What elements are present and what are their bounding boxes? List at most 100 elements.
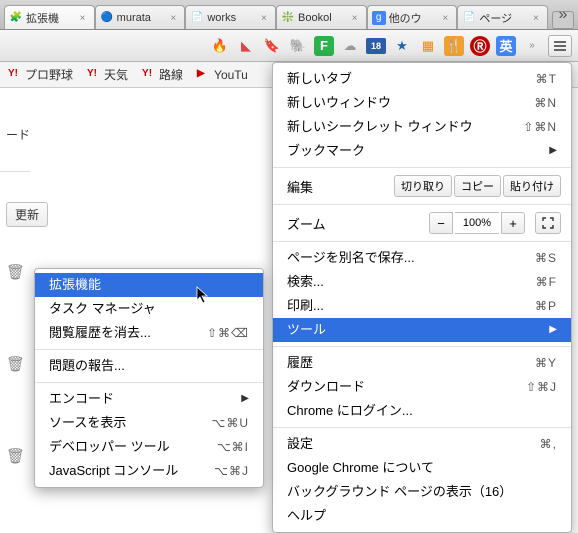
tab-title: ページ <box>479 10 531 26</box>
menu-bookmarks[interactable]: ブックマーク ▶ <box>273 139 571 163</box>
shortcut: ⌘P <box>535 297 557 315</box>
separator <box>273 204 571 205</box>
cloud-icon[interactable]: ☁ <box>340 36 360 56</box>
separator <box>273 241 571 242</box>
submenu-encoding[interactable]: エンコード▶ <box>35 387 263 411</box>
submenu-dev-tools[interactable]: デベロッパー ツール⌥⌘I <box>35 435 263 459</box>
pocket-icon[interactable]: ◣ <box>236 36 256 56</box>
shortcut: ⌥⌘I <box>217 438 249 456</box>
shortcut: ⌘N <box>534 94 557 112</box>
paste-button[interactable]: 貼り付け <box>503 175 561 197</box>
shortcut: ⌘, <box>540 435 557 453</box>
close-icon[interactable]: × <box>352 13 362 23</box>
orange-icon[interactable]: ▦ <box>418 36 438 56</box>
bookmark2-icon[interactable]: ★ <box>392 36 412 56</box>
shortcut: ⌘F <box>536 273 557 291</box>
trash-icon[interactable]: 🗑 <box>6 263 25 281</box>
bookmark-transit[interactable]: Y!路線 <box>142 66 183 83</box>
copy-button[interactable]: コピー <box>454 175 501 197</box>
close-icon[interactable]: × <box>442 13 452 23</box>
menu-label: ブックマーク <box>287 142 365 160</box>
tab-strip: 🧩 拡張機 × 🔵 murata × 📄 works × ❇️ Bookol ×… <box>0 0 578 30</box>
menu-label: ページを別名で保存... <box>287 249 415 267</box>
menu-signin[interactable]: Chrome にログイン... <box>273 399 571 423</box>
rakuten-icon[interactable]: Ⓡ <box>470 36 490 56</box>
bookmark-label: 路線 <box>159 66 183 83</box>
tab-extensions[interactable]: 🧩 拡張機 × <box>4 5 95 29</box>
zoom-value: 100% <box>455 212 499 234</box>
menu-button[interactable] <box>548 35 572 57</box>
zoom-in-button[interactable]: + <box>501 212 525 234</box>
menu-label: エンコード <box>49 390 114 408</box>
menu-label: ズーム <box>287 214 326 233</box>
tab-google[interactable]: g 他のウ × <box>367 5 458 29</box>
window-overflow-icon[interactable]: » <box>554 6 572 24</box>
tabelog-icon[interactable]: 🍴 <box>444 36 464 56</box>
bookmark-label: YouTu <box>214 68 248 82</box>
shortcut: ⌘T <box>536 70 557 88</box>
separator <box>273 427 571 428</box>
update-button[interactable]: 更新 <box>6 202 48 227</box>
menu-bg-pages[interactable]: バックグラウンド ページの表示（16） <box>273 480 571 504</box>
youtube-icon: ▶ <box>197 68 211 82</box>
trash-icon[interactable]: 🗑 <box>6 355 25 373</box>
submenu-clear-browsing[interactable]: 閲覧履歴を消去...⇧⌘⌫ <box>35 321 263 345</box>
close-icon[interactable]: × <box>261 13 271 23</box>
tab-page[interactable]: 📄 ページ × <box>457 5 548 29</box>
menu-print[interactable]: 印刷... ⌘P <box>273 294 571 318</box>
menu-new-window[interactable]: 新しいウィンドウ⌘N <box>273 91 571 115</box>
submenu-task-manager[interactable]: タスク マネージャ <box>35 297 263 321</box>
trash-icon[interactable]: 🗑 <box>6 447 25 465</box>
feedly-icon[interactable]: F <box>314 36 334 56</box>
menu-label: タスク マネージャ <box>49 300 156 318</box>
google-icon: g <box>372 11 386 25</box>
menu-help[interactable]: ヘルプ <box>273 504 571 528</box>
tab-works[interactable]: 📄 works × <box>185 5 276 29</box>
chevron-right-icon: ▶ <box>549 142 557 160</box>
evernote-icon[interactable]: 🐘 <box>288 36 308 56</box>
menu-label: 履歴 <box>287 354 313 372</box>
menu-edit-row: 編集 切り取り コピー 貼り付け <box>273 172 571 200</box>
menu-downloads[interactable]: ダウンロード⇧⌘J <box>273 375 571 399</box>
bookmark-youtube[interactable]: ▶YouTu <box>197 68 248 82</box>
cursor-icon <box>196 286 210 308</box>
submenu-report[interactable]: 問題の報告... <box>35 354 263 378</box>
submenu-view-source[interactable]: ソースを表示⌥⌘U <box>35 411 263 435</box>
menu-find[interactable]: 検索...⌘F <box>273 270 571 294</box>
menu-tools[interactable]: ツール▶ <box>273 318 571 342</box>
shortcut: ⌥⌘J <box>214 462 249 480</box>
menu-save-as[interactable]: ページを別名で保存... ⌘S <box>273 246 571 270</box>
menu-label: JavaScript コンソール <box>49 462 178 480</box>
shortcut: ⌘S <box>535 249 557 267</box>
close-icon[interactable]: × <box>170 13 180 23</box>
tab-title: works <box>207 12 259 24</box>
fullscreen-button[interactable] <box>535 212 561 234</box>
tab-murata[interactable]: 🔵 murata × <box>95 5 186 29</box>
zoom-out-button[interactable]: − <box>429 212 453 234</box>
page-icon: 📄 <box>190 11 204 25</box>
menu-label: 印刷... <box>287 297 324 315</box>
close-icon[interactable]: × <box>80 13 90 23</box>
menu-label: 新しいタブ <box>287 70 352 88</box>
bookmark-icon[interactable]: 🔖 <box>262 36 282 56</box>
cut-button[interactable]: 切り取り <box>394 175 452 197</box>
menu-label: ヘルプ <box>287 507 326 525</box>
submenu-js-console[interactable]: JavaScript コンソール ⌥⌘J <box>35 459 263 483</box>
tab-bookol[interactable]: ❇️ Bookol × <box>276 5 367 29</box>
menu-new-incognito[interactable]: 新しいシークレット ウィンドウ⇧⌘N <box>273 115 571 139</box>
close-icon[interactable]: × <box>533 13 543 23</box>
tab-title: 拡張機 <box>26 10 78 26</box>
bookmark-baseball[interactable]: Y!プロ野球 <box>8 66 73 83</box>
submenu-extensions[interactable]: 拡張機能 <box>35 273 263 297</box>
menu-about[interactable]: Google Chrome について <box>273 456 571 480</box>
calendar-icon[interactable]: 18 <box>366 38 386 54</box>
menu-history[interactable]: 履歴⌘Y <box>273 351 571 375</box>
site-icon: ❇️ <box>281 11 295 25</box>
bookmark-weather[interactable]: Y!天気 <box>87 66 128 83</box>
menu-new-tab[interactable]: 新しいタブ ⌘T <box>273 67 571 91</box>
menu-settings[interactable]: 設定⌘, <box>273 432 571 456</box>
chevron-right-icon[interactable]: » <box>522 36 542 56</box>
tab-title: Bookol <box>298 12 350 24</box>
flame-icon[interactable]: 🔥 <box>210 36 230 56</box>
translate-icon[interactable]: 英 <box>496 36 516 56</box>
